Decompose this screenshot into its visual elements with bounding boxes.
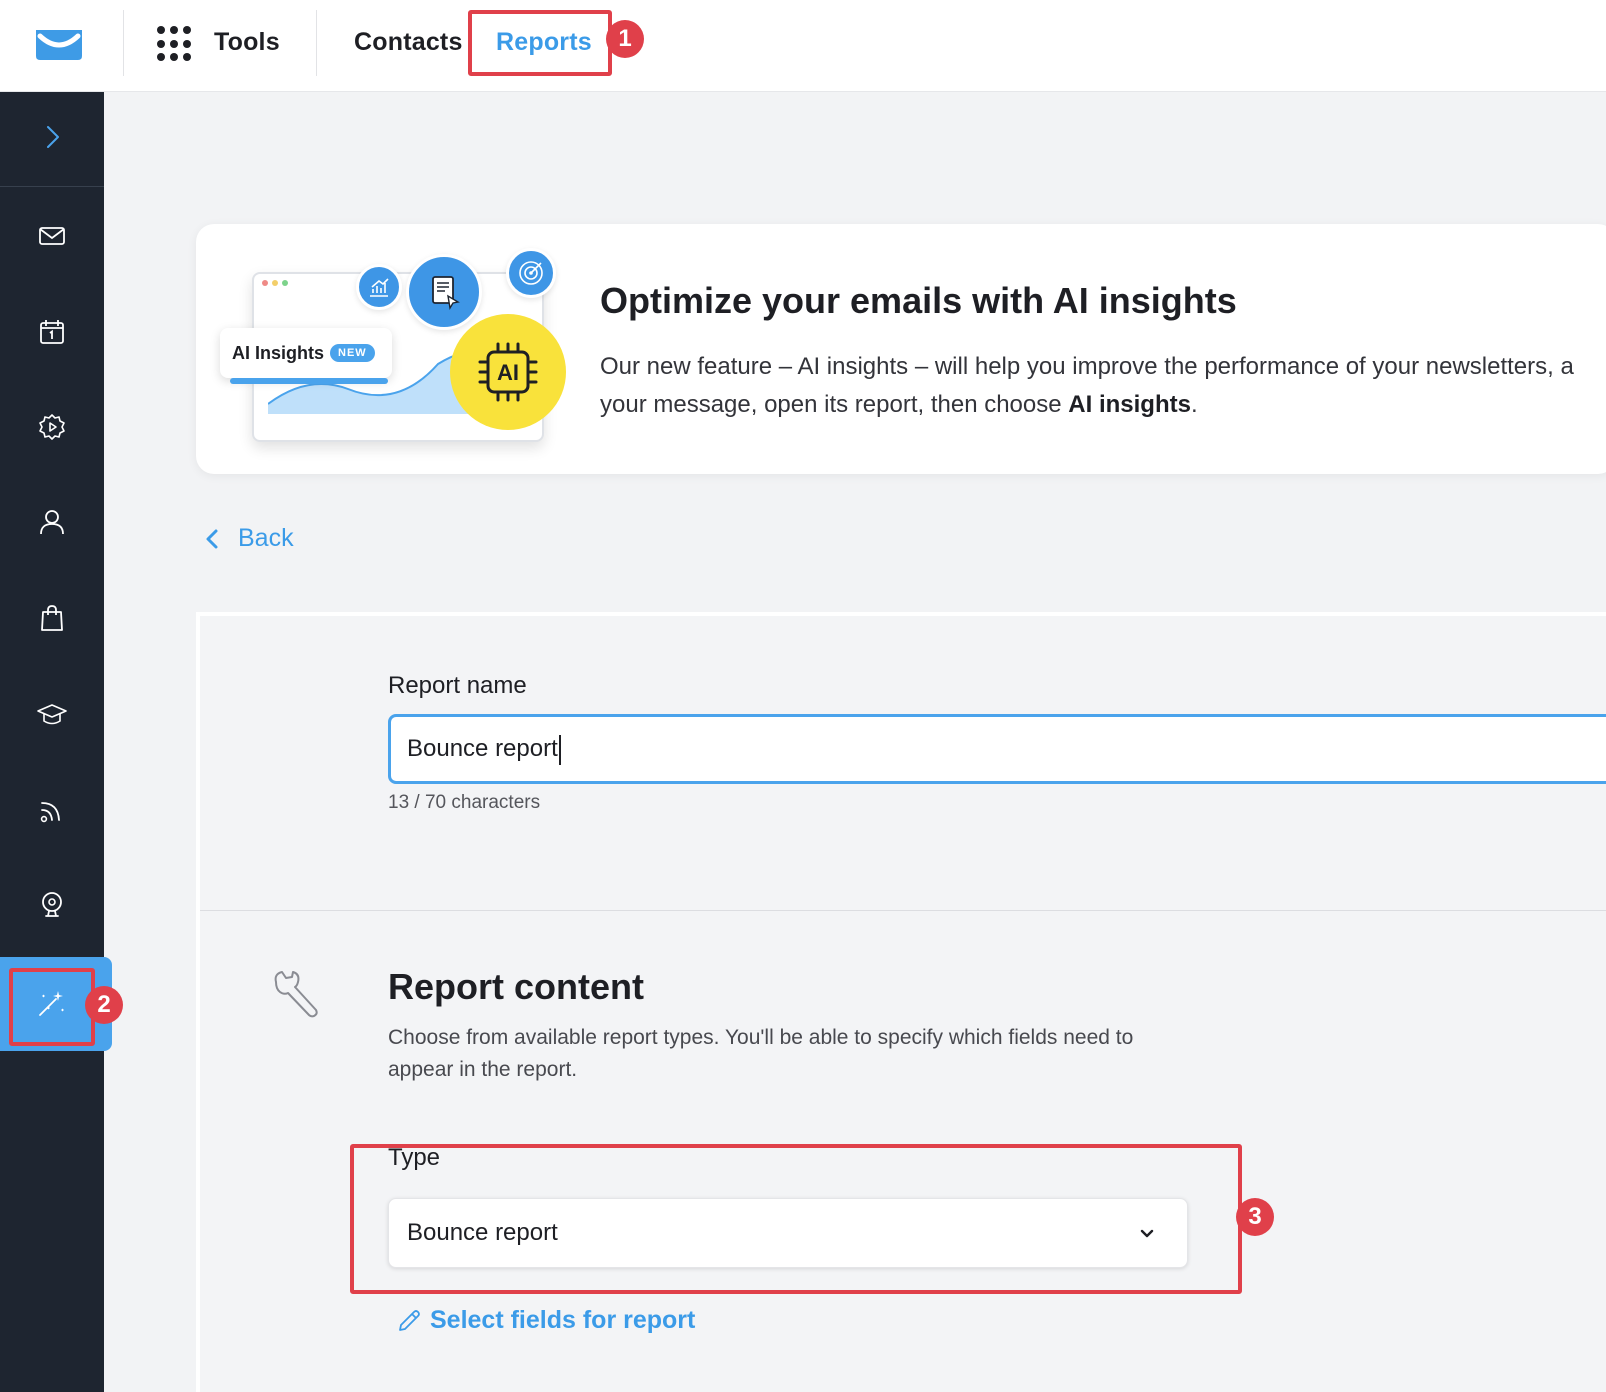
- target-icon: [506, 248, 556, 298]
- mail-icon[interactable]: [0, 191, 104, 281]
- webinar-icon[interactable]: [0, 860, 104, 950]
- ai-insights-illustration: AI Insights NEW AI: [216, 236, 576, 466]
- report-name-value: Bounce report: [407, 735, 558, 762]
- education-cap-icon[interactable]: [0, 669, 104, 759]
- banner-text-line1: Our new feature – AI insights – will hel…: [600, 353, 1574, 380]
- text-caret: [558, 734, 561, 765]
- new-badge: NEW: [330, 344, 375, 362]
- ai-chip-icon: AI: [450, 314, 566, 430]
- back-link[interactable]: Back: [204, 524, 294, 553]
- report-name-label: Report name: [388, 672, 527, 699]
- report-content-description: Choose from available report types. You'…: [388, 1026, 1134, 1081]
- char-count: 13 / 70 characters: [388, 792, 541, 813]
- automation-gear-icon[interactable]: [0, 382, 104, 472]
- ai-insights-pill: AI Insights NEW: [220, 328, 392, 384]
- banner-text-line2: your message, open its report, then choo…: [600, 391, 1069, 418]
- ai-chip-label: AI: [497, 360, 519, 385]
- banner-text-end: .: [1190, 391, 1198, 418]
- banner-description: Our new feature – AI insights – will hel…: [600, 348, 1606, 424]
- document-click-icon: [406, 254, 482, 330]
- annotation-badge-3: 3: [1236, 1198, 1274, 1236]
- apps-grid-icon[interactable]: [157, 26, 193, 62]
- annotation-badge-1: 1: [606, 20, 644, 58]
- growth-chart-icon: [356, 264, 402, 310]
- ai-insights-banner: AI Insights NEW AI Optimize your emails …: [196, 224, 1606, 474]
- select-fields-link[interactable]: Select fields for report: [396, 1306, 695, 1335]
- ai-insights-pill-label: AI Insights: [232, 342, 325, 363]
- left-sidebar: [0, 92, 104, 1392]
- calendar-icon[interactable]: [0, 287, 104, 377]
- banner-title: Optimize your emails with AI insights: [600, 280, 1237, 321]
- back-label: Back: [238, 524, 294, 552]
- nav-divider: [316, 10, 317, 76]
- chevron-left-icon: [206, 529, 218, 548]
- section-divider: [200, 910, 1606, 911]
- getresponse-logo-icon[interactable]: [34, 28, 84, 62]
- contacts-person-icon[interactable]: [0, 477, 104, 567]
- report-content-title: Report content: [388, 966, 644, 1007]
- ecommerce-bag-icon[interactable]: [0, 573, 104, 663]
- nav-tools[interactable]: Tools: [214, 28, 280, 57]
- annotation-badge-2: 2: [85, 986, 123, 1024]
- expand-chevron-icon[interactable]: [0, 92, 104, 182]
- banner-text-bold: AI insights: [1068, 391, 1191, 418]
- pencil-icon: [399, 1309, 420, 1331]
- highlight-box-sidebar-item: [9, 968, 95, 1046]
- sidebar-separator: [0, 186, 104, 187]
- highlight-box-type: [350, 1144, 1242, 1294]
- report-name-input[interactable]: Bounce report: [388, 714, 1606, 784]
- select-fields-label: Select fields for report: [430, 1306, 696, 1334]
- highlight-box-reports: [468, 10, 612, 76]
- rss-icon[interactable]: [0, 765, 104, 855]
- top-navigation-bar: Tools Contacts Reports: [0, 0, 1606, 92]
- nav-divider: [123, 10, 124, 76]
- nav-contacts[interactable]: Contacts: [354, 28, 463, 57]
- wrench-icon: [268, 968, 322, 1022]
